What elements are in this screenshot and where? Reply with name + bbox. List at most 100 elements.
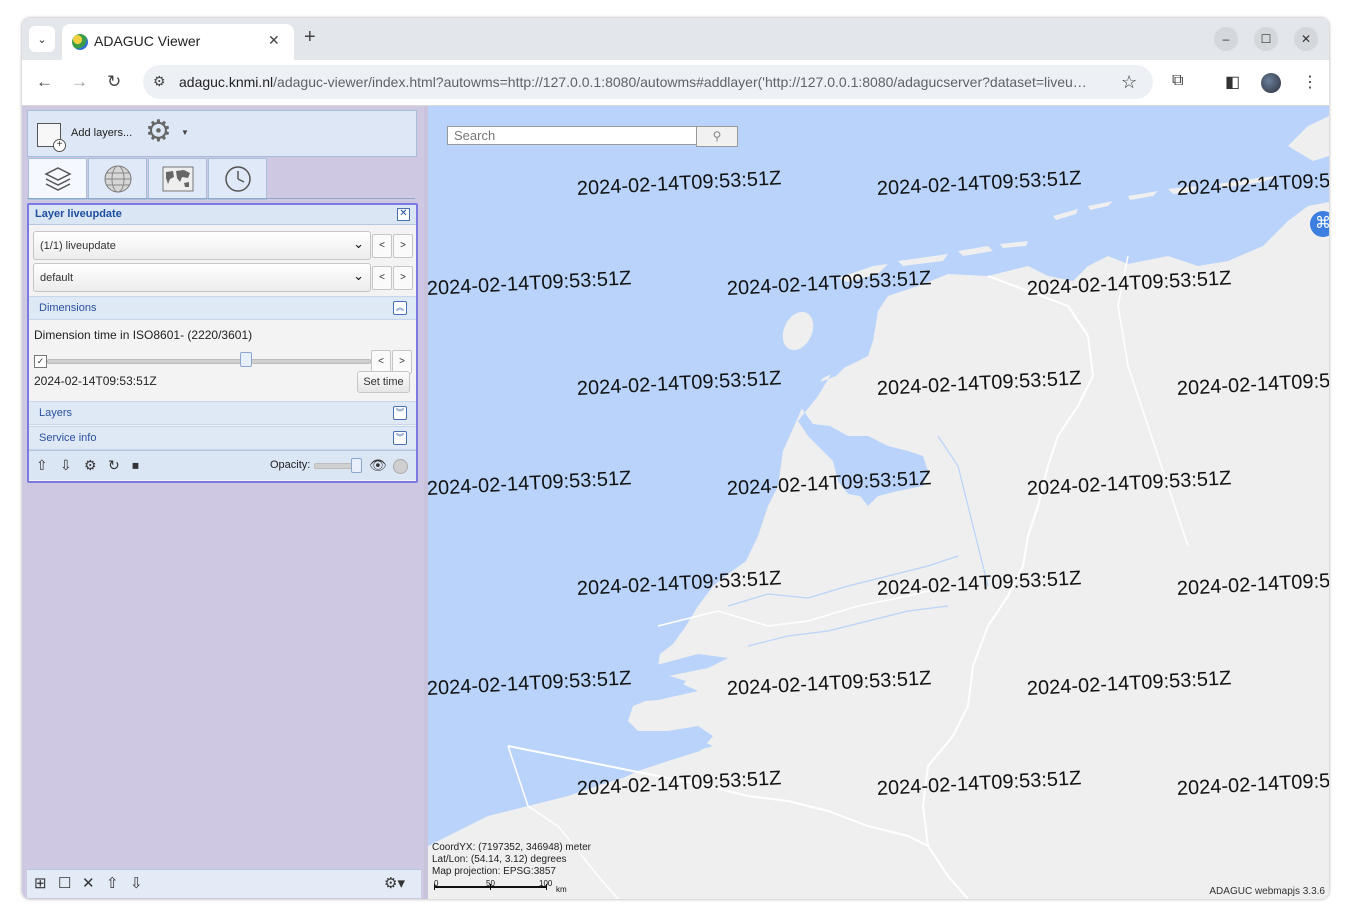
tab-strip: ⌄ ADAGUC Viewer ✕ + – ☐ ✕: [22, 18, 1329, 60]
map-view[interactable]: ⚲ 2024-02-14T09:53:51Z 2024-02-14T09:53:…: [428, 106, 1329, 899]
dimension-checkbox[interactable]: ✓: [34, 355, 47, 368]
coord-yx: CoordYX: (7197352, 346948) meter: [432, 842, 591, 853]
left-panel: Add layers... ⚙ ▼: [22, 106, 424, 899]
favicon-icon: [72, 34, 88, 50]
tab-projection[interactable]: [88, 158, 147, 200]
minimize-button[interactable]: –: [1214, 27, 1238, 51]
collapse-up-icon[interactable]: ︽: [393, 301, 407, 315]
tab-time[interactable]: [208, 158, 267, 200]
menu-kebab-icon[interactable]: ⋮: [1302, 72, 1318, 92]
map-copyright: ADAGUC webmapjs 3.3.6: [1209, 886, 1325, 897]
move-down-icon[interactable]: ⇩: [60, 458, 72, 472]
tab-layers[interactable]: [28, 158, 87, 200]
scale-label-0: 0: [434, 879, 439, 888]
layer-prev-button[interactable]: <: [372, 234, 392, 258]
style-next-button[interactable]: >: [393, 266, 413, 290]
expand-down-icon[interactable]: ︾: [393, 406, 407, 420]
window-close-button[interactable]: ✕: [1294, 27, 1318, 51]
layer-status-icon: [393, 459, 408, 474]
service-info-section-header[interactable]: Service info ︾: [29, 426, 416, 450]
map-search-input[interactable]: [448, 128, 694, 143]
add-layer-small-icon[interactable]: ⊞: [34, 876, 47, 891]
extensions-icon[interactable]: ⧉: [1172, 72, 1183, 90]
layer-select-row: (1/1) liveupdate ⌄ < >: [33, 231, 413, 260]
back-arrow-icon[interactable]: ←: [36, 72, 53, 92]
expand-down-icon[interactable]: ︾: [393, 431, 407, 445]
stop-icon[interactable]: ⏹: [132, 458, 139, 472]
tab-close-icon[interactable]: ✕: [268, 32, 280, 49]
opacity-label: Opacity:: [270, 459, 311, 471]
tab-map-area[interactable]: [148, 158, 207, 200]
world-map-icon: [162, 166, 193, 192]
site-info-icon[interactable]: ⚙: [153, 73, 166, 90]
bottom-settings-icon[interactable]: ⚙▾: [384, 876, 405, 891]
layer-next-button[interactable]: >: [393, 234, 413, 258]
move-up-icon[interactable]: ⇧: [36, 458, 48, 472]
side-panel-icon[interactable]: ◧: [1225, 72, 1240, 92]
browser-window: ⌄ ADAGUC Viewer ✕ + – ☐ ✕ ← → ↻ ⚙ adaguc…: [22, 18, 1329, 899]
forward-arrow-icon[interactable]: →: [71, 72, 88, 92]
layer-up-icon[interactable]: ⇧: [106, 876, 119, 891]
tab-search-dropdown[interactable]: ⌄: [29, 26, 55, 52]
extension-badge-icon[interactable]: ⌘: [1310, 211, 1329, 237]
globe-icon: [104, 165, 131, 193]
tab-adaguc-viewer[interactable]: ADAGUC Viewer ✕: [62, 24, 294, 60]
clock-icon: [224, 166, 251, 192]
visibility-eye-icon[interactable]: 👁: [369, 458, 387, 472]
map-search-button[interactable]: ⚲: [696, 126, 738, 147]
bottom-layer-toolbar: ⊞ ☐ ✕ ⇧ ⇩ ⚙▾: [27, 869, 421, 898]
page-content: Add layers... ⚙ ▼: [22, 106, 1329, 899]
dimension-description: Dimension time in ISO8601- (2220/3601): [34, 328, 253, 342]
maximize-button[interactable]: ☐: [1254, 27, 1278, 51]
dimensions-section-header[interactable]: Dimensions ︽: [29, 296, 416, 320]
layers-stack-icon: [43, 167, 72, 191]
layer-select[interactable]: (1/1) liveupdate ⌄: [33, 231, 371, 260]
new-tab-button[interactable]: +: [304, 27, 316, 47]
coordinate-readout: CoordYX: (7197352, 346948) meter Lat/Lon…: [432, 842, 591, 878]
style-select-value: default: [40, 272, 74, 284]
url-text[interactable]: adaguc.knmi.nl/adaguc-viewer/index.html?…: [179, 74, 1115, 90]
layer-panel-close-icon[interactable]: ✕: [397, 208, 410, 221]
add-layer-icon[interactable]: [37, 123, 66, 152]
chevron-down-icon: ⌄: [353, 236, 364, 251]
scale-unit: km: [556, 885, 567, 894]
layer-down-icon[interactable]: ⇩: [130, 876, 143, 891]
dimensions-title: Dimensions: [39, 302, 97, 314]
layer-select-value: (1/1) liveupdate: [40, 240, 116, 252]
settings-gear-icon[interactable]: ⚙: [145, 117, 172, 147]
delete-layer-icon[interactable]: ✕: [82, 876, 95, 891]
time-slider[interactable]: [47, 359, 371, 364]
scale-label-100: 100: [539, 879, 553, 888]
tab-title: ADAGUC Viewer: [94, 33, 201, 49]
layer-panel: Layer liveupdate ✕ (1/1) liveupdate ⌄ < …: [27, 203, 418, 483]
settings-caret-icon[interactable]: ▼: [181, 128, 189, 137]
set-time-button[interactable]: Set time: [357, 371, 410, 393]
layer-panel-header: Layer liveupdate ✕: [29, 205, 416, 225]
map-search-box[interactable]: [447, 126, 697, 145]
duplicate-layer-icon[interactable]: ☐: [58, 876, 71, 891]
layer-panel-title: Layer liveupdate: [35, 208, 122, 220]
service-info-title: Service info: [39, 432, 97, 444]
style-select-row: default ⌄ < >: [33, 263, 413, 292]
refresh-icon[interactable]: ↻: [108, 458, 120, 472]
layers-section-header[interactable]: Layers ︾: [29, 401, 416, 425]
style-prev-button[interactable]: <: [372, 266, 392, 290]
add-layers-button[interactable]: Add layers...: [71, 127, 132, 139]
reload-icon[interactable]: ↻: [107, 72, 121, 92]
coord-latlon: Lat/Lon: (54.14, 3.12) degrees: [432, 854, 567, 865]
profile-avatar[interactable]: [1261, 73, 1281, 93]
browser-toolbar: ← → ↻ ⚙ adaguc.knmi.nl/adaguc-viewer/ind…: [22, 60, 1329, 106]
style-select[interactable]: default ⌄: [33, 263, 371, 292]
bookmark-star-icon[interactable]: ☆: [1121, 72, 1137, 93]
map-projection: Map projection: EPSG:3857: [432, 866, 556, 877]
tabs-divider: [27, 198, 415, 199]
scale-bar: 0 50 100: [434, 879, 552, 891]
layer-settings-icon[interactable]: ⚙: [84, 458, 97, 472]
opacity-slider-thumb[interactable]: [351, 458, 362, 473]
layer-footer-bar: ⇧ ⇩ ⚙ ↻ ⏹ Opacity: 👁: [29, 450, 416, 480]
time-slider-thumb[interactable]: [239, 352, 252, 367]
chevron-down-icon: ⌄: [353, 268, 364, 283]
scale-label-50: 50: [486, 879, 495, 888]
address-bar[interactable]: ⚙ adaguc.knmi.nl/adaguc-viewer/index.htm…: [143, 65, 1153, 99]
time-value: 2024-02-14T09:53:51Z: [34, 374, 157, 388]
